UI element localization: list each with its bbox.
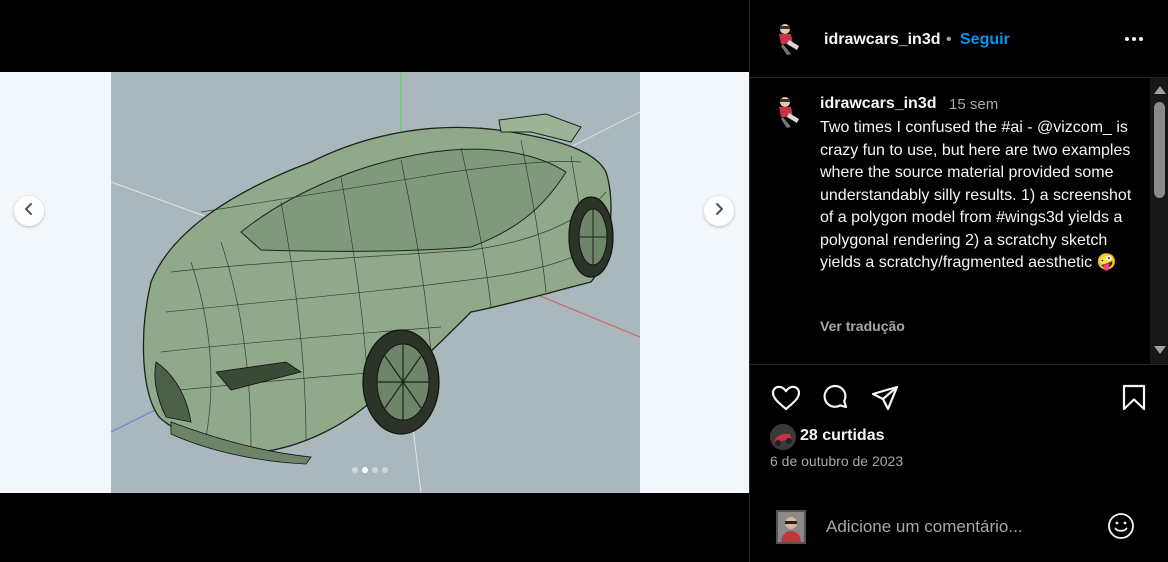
caption-author-avatar[interactable] [771,93,807,129]
carousel-dot [372,467,378,473]
carousel-dot [382,467,388,473]
more-horizontal-icon [1125,37,1143,41]
carousel-dot [352,467,358,473]
post-header: idrawcars_in3d • Seguir [750,0,1168,78]
caption-timestamp[interactable]: 15 sem [949,96,998,113]
post-media [0,0,749,562]
caption-text: Two times I confused the #ai - @vizcom_ … [820,119,1132,271]
heart-icon [771,385,801,411]
bookmark-icon [1122,384,1146,411]
share-button[interactable] [869,382,901,414]
chevron-left-icon [22,202,36,221]
caption-author-username[interactable]: idrawcars_in3d [820,95,937,113]
comment-icon [823,384,848,409]
scroll-up-icon[interactable] [1154,86,1166,94]
author-username[interactable]: idrawcars_in3d [824,31,941,49]
more-options-button[interactable] [1122,26,1146,50]
post-panel: idrawcars_in3d • Seguir idrawcars_in3d 1… [749,0,1168,562]
emoji-button[interactable] [1106,511,1136,541]
carousel-next-button[interactable] [704,196,734,226]
follow-button[interactable]: Seguir [960,31,1010,49]
liker-avatar[interactable] [770,424,796,450]
see-translation-link[interactable]: Ver tradução [820,318,905,334]
save-button[interactable] [1118,382,1150,414]
emoji-icon [1108,513,1134,539]
comment-button[interactable] [819,382,851,414]
viewer-avatar [776,510,806,544]
scrollbar-thumb[interactable] [1154,102,1165,198]
action-bar [750,380,1168,416]
send-icon [871,385,899,411]
author-avatar[interactable] [771,20,807,56]
caption-area: idrawcars_in3d 15 sem Two times I confus… [750,78,1168,365]
header-separator: • [946,31,952,48]
post-date[interactable]: 6 de outubro de 2023 [770,453,903,469]
caption-scrollbar[interactable] [1150,78,1168,364]
carousel-prev-button[interactable] [14,196,44,226]
comment-input[interactable] [824,514,1088,540]
chevron-right-icon [712,202,726,221]
like-button[interactable] [770,382,802,414]
scroll-down-icon[interactable] [1154,346,1166,354]
carousel-dot-active [362,467,368,473]
carousel-indicator [352,395,388,473]
likes-count[interactable]: 28 curtidas [800,427,884,445]
comment-composer [750,494,1168,562]
